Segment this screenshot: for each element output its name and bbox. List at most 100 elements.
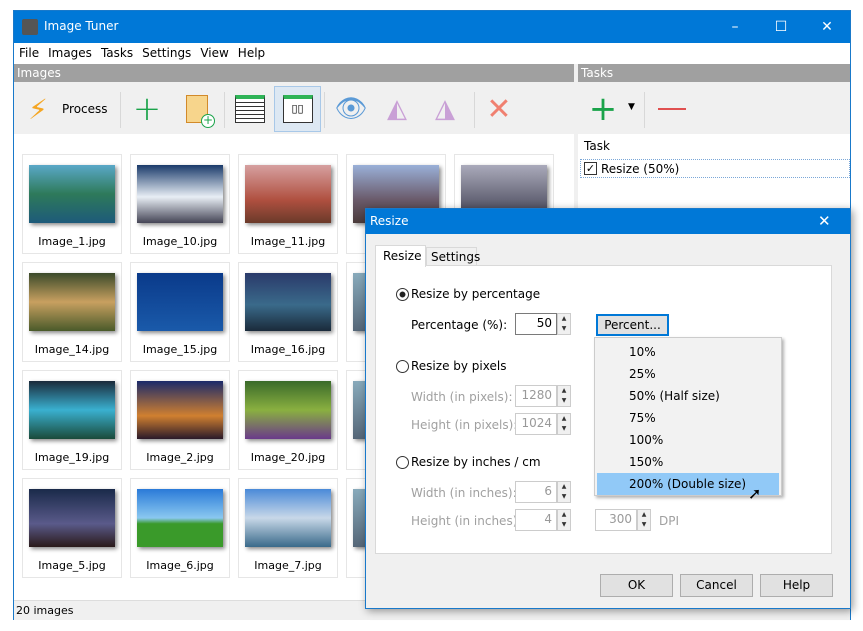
dpi-input[interactable]: 300 <box>595 509 637 531</box>
separator <box>644 92 645 128</box>
add-icon[interactable]: + <box>124 86 170 132</box>
lightning-icon: ⚡ <box>28 92 48 126</box>
height-in-spinner[interactable]: ▲ ▼ <box>557 509 571 531</box>
tab-settings[interactable]: Settings <box>426 247 480 265</box>
dropdown-item[interactable]: 25% <box>597 363 779 385</box>
title-bar: Image Tuner – ☐ ✕ <box>14 11 850 43</box>
dialog-close-button[interactable]: ✕ <box>818 212 831 230</box>
image-thumbnail-card[interactable]: Image_6.jpg <box>130 478 230 578</box>
radio-percentage[interactable] <box>396 288 409 301</box>
dropdown-item[interactable]: 100% <box>597 429 779 451</box>
minimize-button[interactable]: – <box>712 11 758 43</box>
thumbnail-image <box>137 165 223 223</box>
label-height-px: Height (in pixels): <box>411 418 518 432</box>
image-thumbnail-card[interactable]: Image_19.jpg <box>22 370 122 470</box>
dialog-title: Resize <box>370 214 409 228</box>
task-column-header[interactable]: Task <box>584 139 610 153</box>
label-pixels: Resize by pixels <box>411 359 507 373</box>
menu-tasks[interactable]: Tasks <box>96 43 137 60</box>
thumbnail-view-icon[interactable]: ▯▯ <box>274 86 321 132</box>
dropdown-item[interactable]: 50% (Half size) <box>597 385 779 407</box>
menu-file[interactable]: File <box>14 43 43 60</box>
images-toolbar: ⚡ Process + + ▯▯ 👁 ◭ ◮ ✕ <box>14 82 574 134</box>
thumbnail-caption: Image_14.jpg <box>34 343 110 356</box>
dpi-label: DPI <box>659 514 680 528</box>
percentage-spinner[interactable]: ▲ ▼ <box>557 313 571 335</box>
menu-help[interactable]: Help <box>233 43 269 60</box>
thumbnail-image <box>29 489 115 547</box>
label-percentage: Resize by percentage <box>411 287 541 301</box>
help-button[interactable]: Help <box>760 574 833 597</box>
thumbnail-caption: Image_1.jpg <box>38 235 106 248</box>
add-folder-icon[interactable]: + <box>174 86 220 132</box>
image-thumbnail-card[interactable]: Image_10.jpg <box>130 154 230 254</box>
menu-images[interactable]: Images <box>43 43 96 60</box>
separator <box>324 92 325 128</box>
process-button[interactable]: ⚡ Process <box>18 86 118 132</box>
dpi-spinner[interactable]: ▲ ▼ <box>637 509 651 531</box>
thumbnail-caption: Image_6.jpg <box>146 559 214 572</box>
image-thumbnail-card[interactable]: Image_15.jpg <box>130 262 230 362</box>
label-inches: Resize by inches / cm <box>411 455 541 469</box>
thumbnail-image <box>245 165 331 223</box>
tasks-panel-header: Tasks <box>578 64 850 82</box>
thumbnail-caption: Image_11.jpg <box>250 235 326 248</box>
thumbnail-caption: Image_5.jpg <box>38 559 106 572</box>
radio-pixels[interactable] <box>396 360 409 373</box>
separator <box>474 92 475 128</box>
thumbnail-image <box>137 273 223 331</box>
cancel-button[interactable]: Cancel <box>680 574 753 597</box>
menu-settings[interactable]: Settings <box>137 43 195 60</box>
label-width-px: Width (in pixels): <box>411 390 513 404</box>
label-percentage-field: Percentage (%): <box>411 318 508 332</box>
maximize-button[interactable]: ☐ <box>758 11 804 43</box>
percentage-input[interactable]: 50 <box>515 313 557 335</box>
dropdown-item[interactable]: 75% <box>597 407 779 429</box>
radio-inches[interactable] <box>396 456 409 469</box>
image-thumbnail-card[interactable]: Image_5.jpg <box>22 478 122 578</box>
image-thumbnail-card[interactable]: Image_2.jpg <box>130 370 230 470</box>
menu-view[interactable]: View <box>195 43 232 60</box>
dropdown-arrow-icon[interactable]: ▼ <box>628 102 635 112</box>
thumbnail-image <box>245 381 331 439</box>
percent-button[interactable]: Percent... <box>596 314 669 336</box>
image-thumbnail-card[interactable]: Image_16.jpg <box>238 262 338 362</box>
remove-icon[interactable]: ✕ <box>476 86 522 132</box>
remove-task-icon[interactable] <box>658 108 686 110</box>
image-thumbnail-card[interactable]: Image_1.jpg <box>22 154 122 254</box>
width-in-spinner[interactable]: ▲ ▼ <box>557 481 571 503</box>
preview-eye-icon[interactable]: 👁 <box>328 86 374 132</box>
tasks-toolbar: + ▼ <box>578 82 850 134</box>
process-label: Process <box>62 102 108 116</box>
close-button[interactable]: ✕ <box>804 11 850 43</box>
height-in-input[interactable]: 4 <box>515 509 557 531</box>
thumbnail-image <box>245 273 331 331</box>
image-thumbnail-card[interactable]: Image_14.jpg <box>22 262 122 362</box>
dropdown-item[interactable]: 150% <box>597 451 779 473</box>
thumbnail-image <box>29 273 115 331</box>
height-px-spinner[interactable]: ▲ ▼ <box>557 413 571 435</box>
rotate-right-icon[interactable]: ◮ <box>422 86 468 132</box>
dropdown-item[interactable]: 10% <box>597 341 779 363</box>
width-px-spinner[interactable]: ▲ ▼ <box>557 385 571 407</box>
thumbnail-image <box>245 489 331 547</box>
image-thumbnail-card[interactable]: Image_20.jpg <box>238 370 338 470</box>
images-panel-header: Images <box>14 64 574 82</box>
percent-dropdown-menu: 10% 25% 50% (Half size) 75% 100% 150% 200% (Do… <box>594 337 782 496</box>
app-icon <box>22 19 38 35</box>
menu-bar: File Images Tasks Settings View Help <box>14 43 850 64</box>
task-checkbox[interactable]: ✓ <box>584 162 597 175</box>
width-px-input[interactable]: 1280 <box>515 385 557 407</box>
ok-button[interactable]: OK <box>600 574 673 597</box>
width-in-input[interactable]: 6 <box>515 481 557 503</box>
list-view-icon[interactable] <box>227 86 273 132</box>
rotate-left-icon[interactable]: ◭ <box>374 86 420 132</box>
image-thumbnail-card[interactable]: Image_7.jpg <box>238 478 338 578</box>
thumbnail-caption: Image_7.jpg <box>254 559 322 572</box>
image-thumbnail-card[interactable]: Image_11.jpg <box>238 154 338 254</box>
height-px-input[interactable]: 1024 <box>515 413 557 435</box>
add-task-icon[interactable]: + <box>580 86 626 132</box>
tab-resize[interactable]: Resize <box>375 245 426 267</box>
task-item[interactable]: ✓ Resize (50%) <box>580 159 850 178</box>
thumbnail-caption: Image_20.jpg <box>250 451 326 464</box>
